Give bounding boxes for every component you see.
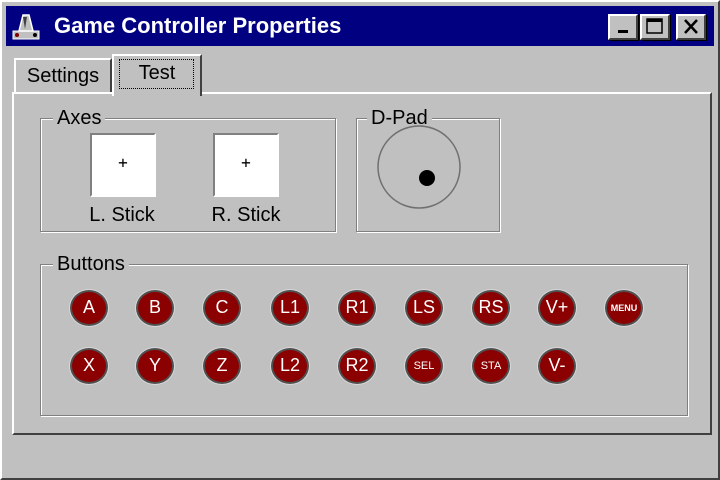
right-stick-display: +: [213, 133, 279, 197]
tab-test[interactable]: Test: [112, 54, 202, 96]
controller-button-label: LS: [412, 297, 436, 317]
game-controller-icon: [12, 14, 40, 40]
controller-button-label: V+: [545, 297, 569, 317]
controller-button-x: X: [70, 348, 108, 384]
controller-button-b: B: [136, 290, 174, 326]
controller-button-z: Z: [203, 348, 241, 384]
controller-button-sta: STA: [472, 348, 510, 384]
axes-group-label: Axes: [53, 107, 106, 129]
focus-outline: [119, 59, 194, 89]
controller-button-label: SEL: [413, 360, 435, 372]
left-stick-crosshair: +: [118, 153, 128, 172]
controller-button-vminus: V-: [538, 348, 576, 384]
controller-button-l2: L2: [271, 348, 309, 384]
controller-button-label: MENU: [610, 303, 638, 313]
controller-button-menu: MENU: [605, 290, 643, 326]
left-stick-display: +: [90, 133, 156, 197]
minimize-button[interactable]: [608, 14, 638, 40]
close-icon: [684, 19, 698, 34]
right-stick-crosshair: +: [241, 153, 251, 172]
controller-button-r1: R1: [338, 290, 376, 326]
buttons-group: Buttons: [40, 253, 688, 416]
controller-button-a: A: [70, 290, 108, 326]
dpad-position-dot: [419, 170, 435, 186]
tab-settings[interactable]: Settings: [14, 58, 112, 94]
window-title: Game Controller Properties: [54, 13, 342, 38]
controller-button-label: B: [148, 297, 161, 317]
controller-button-label: L1: [279, 297, 301, 317]
controller-button-label: A: [82, 297, 95, 317]
controller-button-label: Z: [216, 355, 228, 375]
controller-button-label: C: [215, 297, 229, 317]
controller-button-label: X: [82, 355, 95, 375]
controller-button-c: C: [203, 290, 241, 326]
controller-button-label: RS: [478, 297, 504, 317]
controller-button-label: V-: [548, 355, 566, 375]
controller-button-r2: R2: [338, 348, 376, 384]
controller-button-y: Y: [136, 348, 174, 384]
maximize-button[interactable]: [640, 14, 670, 40]
title-bar[interactable]: Game Controller Properties: [6, 6, 714, 46]
controller-button-label: R2: [345, 355, 369, 375]
right-stick-label: R. Stick: [211, 204, 281, 226]
minimize-icon: [618, 30, 628, 33]
controller-button-label: R1: [345, 297, 369, 317]
controller-button-label: L2: [279, 355, 301, 375]
buttons-group-label: Buttons: [53, 253, 129, 275]
controller-button-ls: LS: [405, 290, 443, 326]
controller-button-label: Y: [148, 355, 161, 375]
controller-button-rs: RS: [472, 290, 510, 326]
controller-button-l1: L1: [271, 290, 309, 326]
controller-button-label: STA: [480, 360, 502, 372]
dpad-indicator: [377, 125, 461, 209]
left-stick-label: L. Stick: [89, 204, 155, 226]
controller-button-sel: SEL: [405, 348, 443, 384]
controller-button-vplus: V+: [538, 290, 576, 326]
close-button[interactable]: [676, 14, 706, 40]
maximize-icon: [646, 18, 663, 34]
